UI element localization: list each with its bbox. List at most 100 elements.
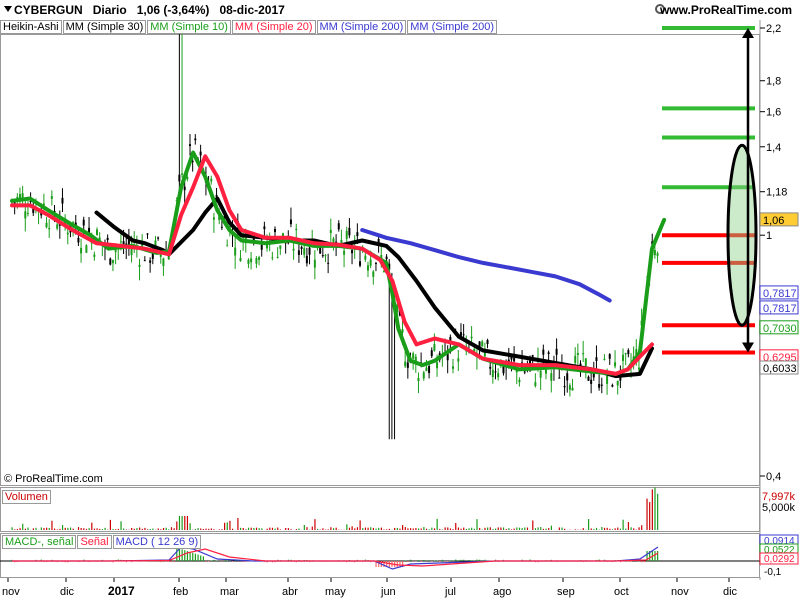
candle-body [406, 362, 409, 368]
macd-hist-bar [192, 552, 194, 561]
volume-bar [88, 528, 90, 530]
x-tick-label: oct [614, 586, 629, 598]
macd-hist-bar [415, 561, 417, 562]
volume-bar [112, 528, 114, 530]
candle-body [146, 233, 149, 235]
candle-body [329, 229, 332, 234]
candle-body [13, 202, 16, 204]
volume-bar [497, 527, 499, 530]
candle [188, 134, 191, 156]
macd-hist-bar [197, 554, 199, 561]
candle-body [436, 362, 439, 369]
volume-label[interactable]: Volumen [2, 490, 51, 504]
candle [574, 347, 577, 366]
volume-bar [378, 527, 380, 530]
macd-hist-bar [184, 550, 186, 561]
candle-body [587, 376, 590, 381]
candle [582, 340, 585, 363]
candle-body [239, 257, 242, 261]
volume-bar [542, 528, 545, 530]
macd-label[interactable]: MACD-, señal [2, 535, 77, 549]
volume-bar [532, 520, 534, 530]
volume-bar [609, 528, 611, 530]
volume-bar [651, 489, 653, 530]
candle [430, 347, 433, 359]
candle [627, 348, 630, 358]
volume-bar [468, 528, 470, 530]
volume-bar [213, 529, 215, 530]
volume-bar [327, 529, 329, 530]
macd-hist-bar [176, 547, 178, 561]
volume-bar [428, 529, 430, 530]
volume-bar [109, 519, 111, 530]
macd-hist-bar [441, 559, 444, 561]
candle-body [234, 247, 237, 256]
candle-body [77, 237, 80, 243]
volume-bar [19, 528, 21, 530]
candle-body [489, 366, 492, 369]
macd-hist-bar [221, 561, 223, 562]
macd-tick-label: -0,1 [764, 567, 782, 578]
price-tag: 1,06 [763, 215, 784, 227]
candle [93, 251, 96, 261]
volume-bar [330, 527, 332, 530]
candle [127, 228, 130, 256]
macd-hist-bar [173, 561, 175, 563]
macd-hist-bar [242, 561, 244, 563]
macd-hist-bar [200, 555, 202, 561]
candle [656, 251, 659, 263]
candle [143, 256, 146, 262]
volume-bar [638, 527, 640, 530]
x-tick-label: 2017 [108, 584, 135, 598]
x-tick-label: mar [220, 586, 239, 598]
volume-bar [495, 528, 497, 530]
price-tick-label: 0,4 [766, 471, 781, 483]
volume-bar [285, 527, 287, 530]
candle-body [82, 219, 85, 226]
candle [297, 242, 300, 263]
volume-bar [91, 522, 93, 530]
macd-hist-bar [226, 560, 228, 561]
volume-bar [335, 527, 337, 530]
volume-bar [120, 521, 122, 530]
candle [96, 227, 99, 236]
volume-bar [131, 527, 133, 530]
volume-bar [526, 527, 529, 530]
candle-body [263, 226, 266, 230]
volume-bar [298, 528, 300, 530]
volume-bar [99, 528, 101, 530]
candle-body [183, 186, 186, 191]
candle-body [653, 249, 656, 256]
chart-canvas[interactable]: 2,2 1,8 1,6 1,4 1,18 1 0,4 1,06 0,7817 0,7817 0,70… [0, 0, 800, 600]
volume-bar [242, 528, 244, 530]
candle [212, 212, 215, 233]
candle [337, 220, 340, 232]
macd-hist-bar [479, 559, 481, 561]
signal-line [12, 548, 659, 567]
volume-bar [444, 527, 446, 530]
candle-body [494, 371, 497, 373]
volume-bar [622, 519, 624, 530]
volume-pane [0, 487, 760, 532]
candle-body [114, 250, 117, 253]
macd-label[interactable]: MACD ( 12 26 9) [112, 535, 202, 549]
candle-body [364, 255, 367, 260]
volume-bar [96, 528, 98, 530]
volume-bar [452, 529, 454, 530]
candle [566, 370, 569, 393]
volume-bar [372, 527, 374, 530]
candle-body [337, 223, 340, 230]
candle [608, 353, 611, 365]
candle [366, 261, 369, 278]
volume-bar [194, 529, 197, 530]
volume-bar [484, 527, 486, 530]
volume-bar [77, 527, 80, 530]
candle-body [276, 256, 279, 258]
x-tick-label: jun [380, 586, 396, 598]
volume-bar [51, 520, 53, 530]
macd-label[interactable]: Señal [77, 535, 112, 549]
macd-hist-bar [189, 551, 191, 561]
volume-bar [277, 527, 279, 530]
macd-hist-bar [428, 560, 430, 561]
candle-body [544, 369, 547, 374]
